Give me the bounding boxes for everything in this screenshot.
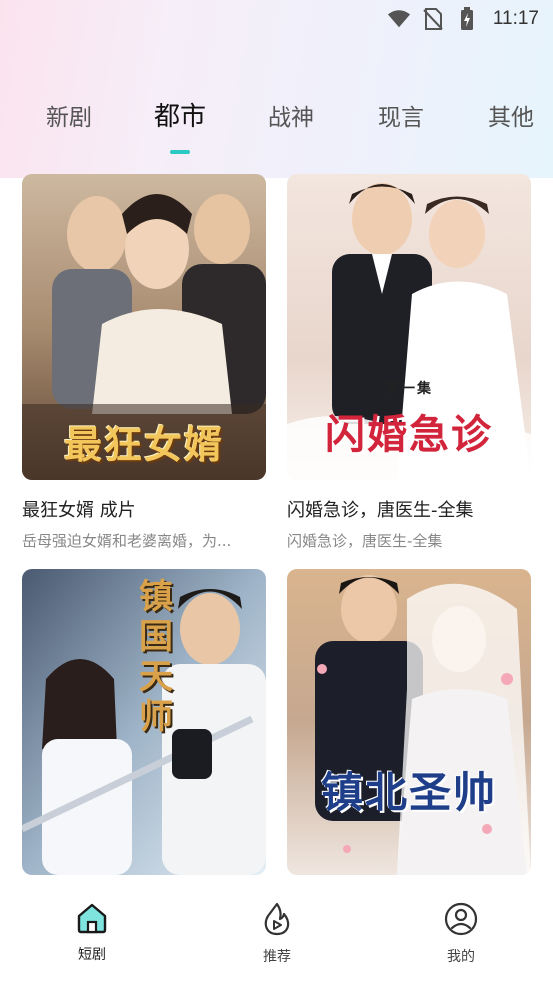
drama-card[interactable]: 最狂女婿 最狂女婿 成片 岳母强迫女婿和老婆离婚，为... (22, 174, 266, 551)
poster-title-art: 最狂女婿 (63, 422, 224, 467)
poster-title-art: 镇北圣帅 (320, 768, 497, 817)
nav-short-drama[interactable]: 短剧 (52, 902, 132, 964)
drama-poster[interactable]: 最狂女婿 (22, 174, 266, 480)
poster-art (287, 569, 531, 875)
drama-poster[interactable]: 镇国天师 (22, 569, 266, 875)
bottom-navigation: 短剧 推荐 我的 (0, 884, 553, 983)
nav-label: 短剧 (78, 947, 106, 963)
wifi-icon (387, 7, 411, 31)
drama-title: 闪婚急诊，唐医生-全集 (287, 500, 474, 521)
drama-card[interactable]: 镇北圣帅 (287, 569, 531, 899)
drama-card[interactable]: 镇国天师 (22, 569, 266, 899)
category-tabs: 新剧 都市 战神 现言 其他 (0, 98, 553, 158)
status-bar: 11:17 (0, 0, 553, 38)
active-tab-indicator (170, 150, 190, 154)
drama-card[interactable]: 第一集 闪婚急诊 闪婚急诊，唐医生-全集 闪婚急诊，唐医生-全集 (287, 174, 531, 551)
poster-subtitle-art: 第一集 (385, 381, 433, 397)
profile-icon (444, 902, 478, 936)
clock: 11:17 (492, 8, 539, 29)
nav-label: 推荐 (263, 949, 291, 965)
no-sim-icon (421, 7, 445, 31)
tab-dushi[interactable]: 都市 (154, 96, 206, 154)
flame-play-icon (264, 902, 290, 936)
drama-poster[interactable]: 镇北圣帅 (287, 569, 531, 875)
drama-description: 闪婚急诊，唐医生-全集 (287, 532, 443, 550)
home-icon (77, 903, 107, 934)
battery-charging-icon (455, 7, 479, 31)
drama-title: 最狂女婿 成片 (22, 500, 136, 521)
tab-xinju[interactable]: 新剧 (46, 98, 92, 132)
tab-xianyan[interactable]: 现言 (378, 98, 424, 132)
drama-poster[interactable]: 第一集 闪婚急诊 (287, 174, 531, 480)
nav-profile[interactable]: 我的 (421, 902, 501, 966)
poster-title-art: 闪婚急诊 (325, 411, 493, 458)
tab-qita[interactable]: 其他 (488, 98, 534, 132)
nav-recommend[interactable]: 推荐 (237, 902, 317, 966)
drama-description: 岳母强迫女婿和老婆离婚，为... (22, 532, 232, 550)
nav-label: 我的 (447, 949, 475, 965)
poster-title-art: 镇国天师 (139, 577, 175, 737)
tab-zhanshen[interactable]: 战神 (268, 98, 314, 132)
